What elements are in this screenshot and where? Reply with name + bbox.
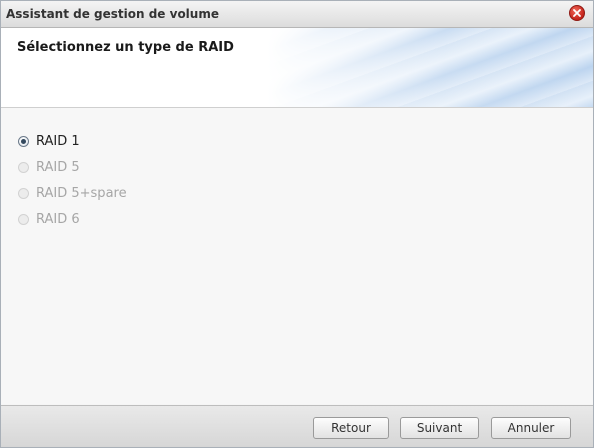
radio-button-raid5-spare	[18, 187, 29, 199]
wizard-window: Assistant de gestion de volume Sélection…	[0, 0, 594, 448]
wizard-header: Sélectionnez un type de RAID	[1, 28, 593, 108]
window-title: Assistant de gestion de volume	[6, 7, 219, 21]
title-bar: Assistant de gestion de volume	[1, 1, 593, 28]
raid-options-panel: RAID 1 RAID 5 RAID 5+spare RAID 6	[1, 108, 593, 404]
raid-option-label: RAID 1	[36, 133, 80, 149]
radio-button-raid5	[18, 161, 29, 173]
raid-option-raid1[interactable]: RAID 1	[18, 132, 80, 150]
back-button[interactable]: Retour	[313, 417, 389, 439]
wizard-footer: Retour Suivant Annuler	[1, 405, 593, 447]
raid-option-raid5: RAID 5	[18, 158, 80, 176]
radio-button-raid1[interactable]	[18, 135, 29, 147]
raid-option-raid6: RAID 6	[18, 210, 80, 228]
close-icon[interactable]	[569, 5, 585, 21]
raid-option-label: RAID 5	[36, 159, 80, 175]
cancel-button[interactable]: Annuler	[491, 417, 571, 439]
page-title: Sélectionnez un type de RAID	[17, 40, 234, 55]
raid-option-raid5-spare: RAID 5+spare	[18, 184, 127, 202]
radio-button-raid6	[18, 213, 29, 225]
raid-option-label: RAID 5+spare	[36, 185, 127, 201]
next-button[interactable]: Suivant	[400, 417, 479, 439]
raid-option-label: RAID 6	[36, 211, 80, 227]
